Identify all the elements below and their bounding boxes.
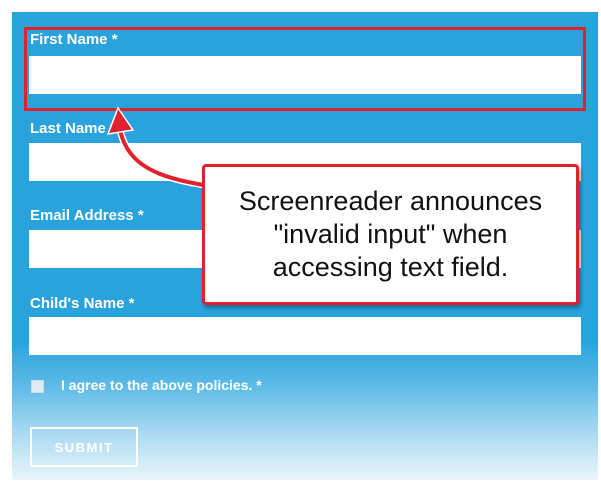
- annotation-line: "invalid input" when: [273, 219, 508, 249]
- annotation-line: accessing text field.: [272, 252, 509, 282]
- annotation-line: Screenreader announces: [238, 186, 543, 216]
- last-name-label: Last Name *: [30, 120, 116, 137]
- email-label: Email Address *: [30, 207, 144, 224]
- child-name-label: Child's Name *: [30, 295, 135, 312]
- highlight-box: [24, 27, 586, 111]
- agree-checkbox[interactable]: [31, 380, 44, 393]
- agree-label: I agree to the above policies. *: [61, 377, 262, 393]
- child-name-field[interactable]: [29, 317, 581, 355]
- annotation-callout: Screenreader announces "invalid input" w…: [202, 164, 579, 305]
- signup-form: First Name * Last Name * Email Address *…: [12, 12, 598, 480]
- submit-button[interactable]: SUBMIT: [30, 427, 138, 467]
